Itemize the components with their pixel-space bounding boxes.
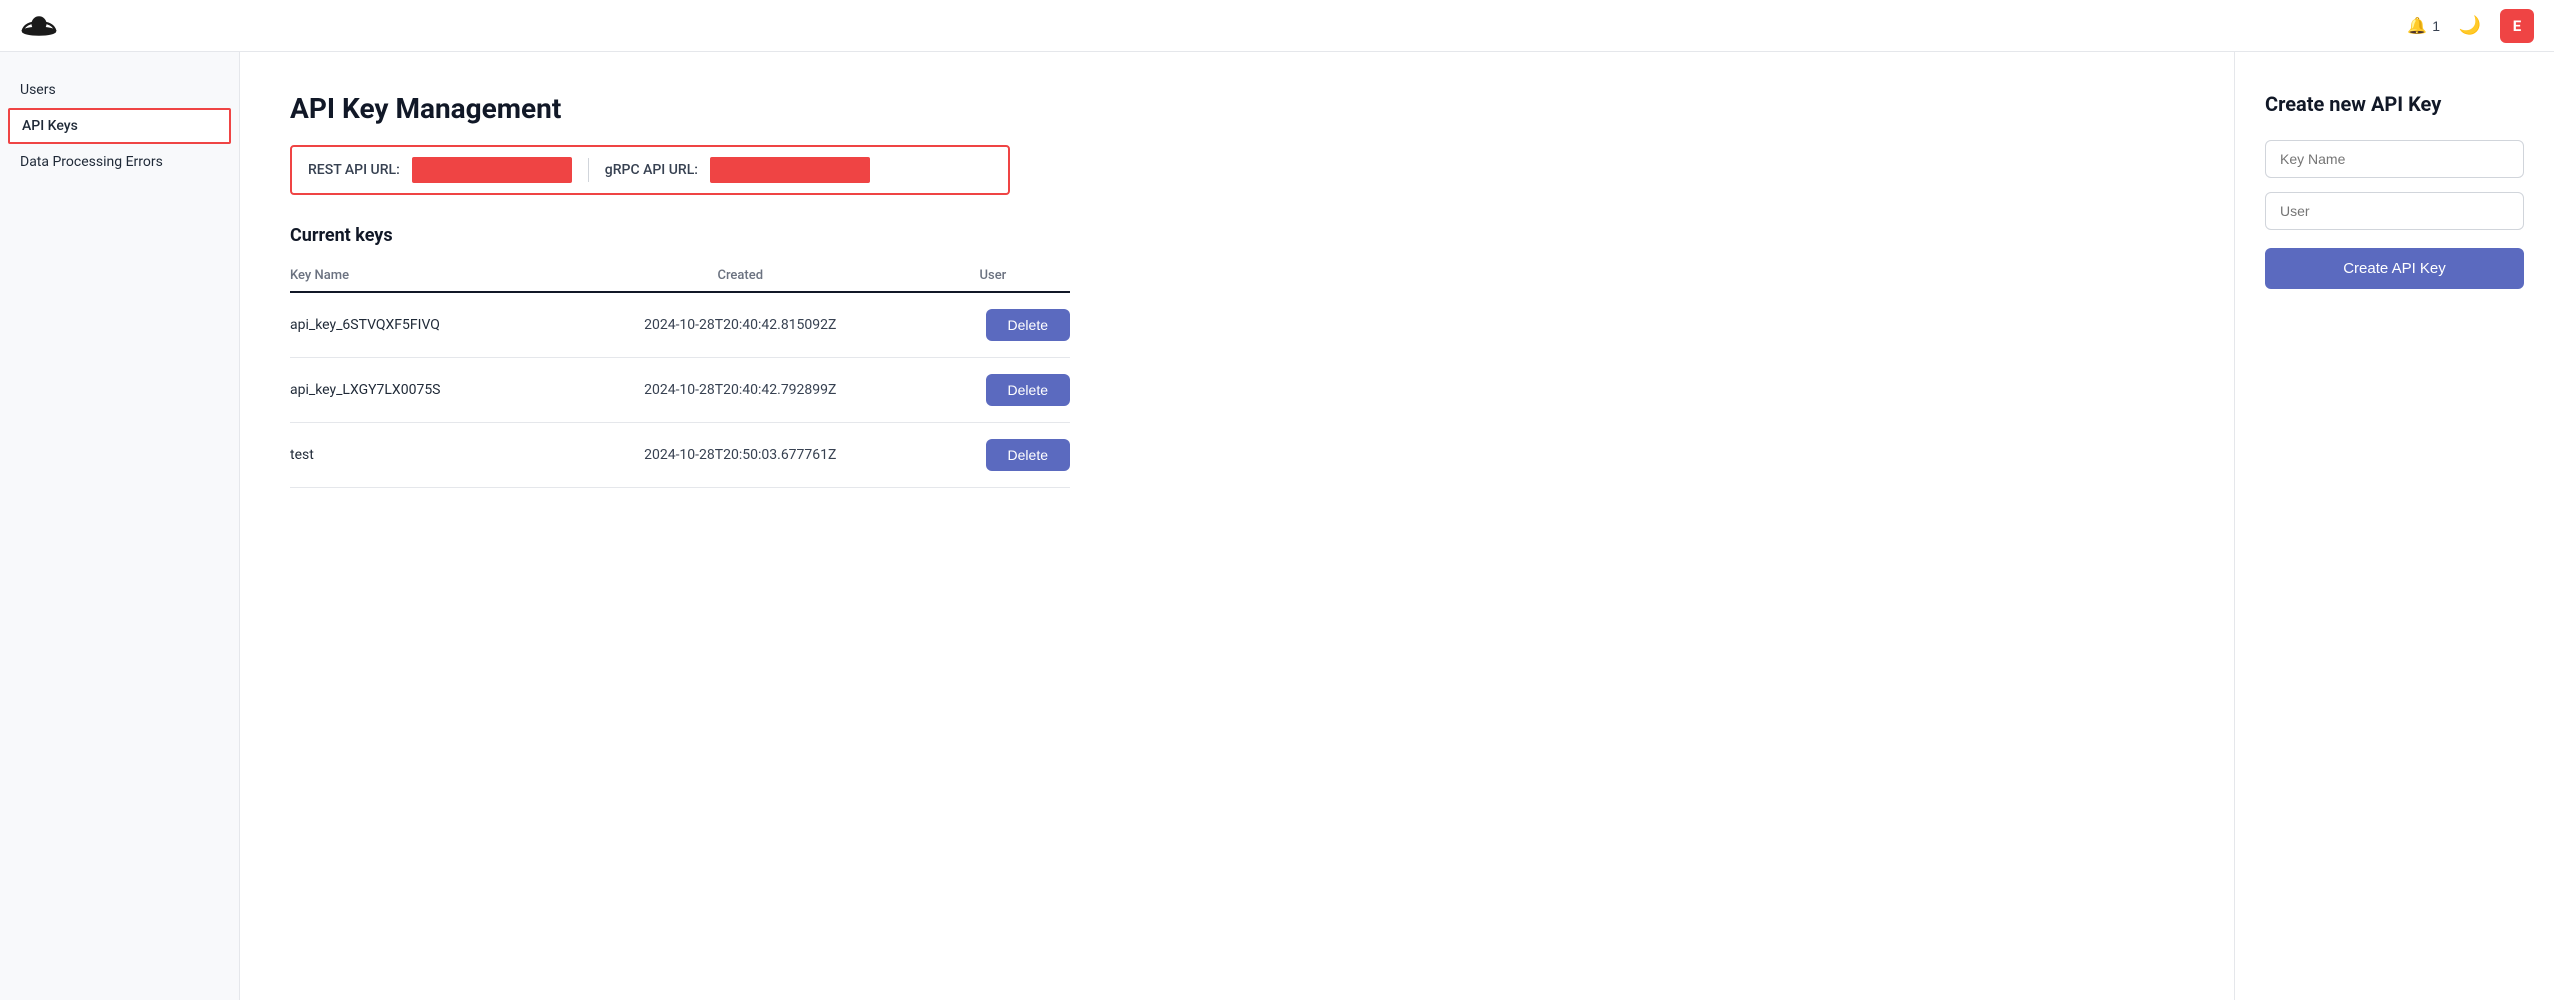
sidebar-label-api-keys: API Keys (22, 118, 78, 134)
logo (20, 7, 58, 45)
main-content: API Key Management REST API URL: gRPC AP… (240, 52, 2234, 1000)
user-input[interactable] (2265, 192, 2524, 230)
page-title: API Key Management (290, 92, 2184, 125)
current-keys-title: Current keys (290, 225, 2184, 246)
notifications-button[interactable]: 🔔 1 (2407, 16, 2440, 36)
cell-user: Delete (916, 292, 1070, 358)
theme-toggle-button[interactable]: 🌙 (2454, 10, 2486, 42)
cell-created: 2024-10-28T20:40:42.815092Z (565, 292, 916, 358)
sidebar-item-api-keys[interactable]: API Keys (8, 108, 231, 144)
table-header-row: Key Name Created User (290, 262, 1070, 292)
sidebar: Users API Keys Data Processing Errors (0, 52, 240, 1000)
cell-key-name: test (290, 423, 565, 488)
col-header-created: Created (565, 262, 916, 292)
table-row: api_key_LXGY7LX0075S2024-10-28T20:40:42.… (290, 358, 1070, 423)
col-header-user: User (916, 262, 1070, 292)
sidebar-item-data-processing-errors[interactable]: Data Processing Errors (0, 144, 239, 180)
cell-created: 2024-10-28T20:40:42.792899Z (565, 358, 916, 423)
table-row: test2024-10-28T20:50:03.677761Z Delete (290, 423, 1070, 488)
create-api-key-title: Create new API Key (2265, 92, 2524, 116)
bell-icon: 🔔 (2407, 16, 2427, 36)
delete-key-button[interactable]: Delete (986, 374, 1070, 406)
keys-table: Key Name Created User api_key_6STVQXF5FI… (290, 262, 1070, 488)
user-avatar[interactable]: E (2500, 9, 2534, 43)
sidebar-label-data-processing-errors: Data Processing Errors (20, 154, 163, 170)
cell-user: Delete (916, 423, 1070, 488)
cell-key-name: api_key_6STVQXF5FIVQ (290, 292, 565, 358)
create-api-key-button[interactable]: Create API Key (2265, 248, 2524, 289)
delete-key-button[interactable]: Delete (986, 439, 1070, 471)
topnav-right-section: 🔔 1 🌙 E (2407, 9, 2534, 43)
right-panel: Create new API Key Create API Key (2234, 52, 2554, 1000)
top-navigation: 🔔 1 🌙 E (0, 0, 2554, 52)
key-name-input[interactable] (2265, 140, 2524, 178)
sidebar-label-users: Users (20, 82, 56, 98)
grpc-api-url-label: gRPC API URL: (605, 162, 698, 178)
rest-api-url-value (412, 157, 572, 183)
grpc-api-url-value (710, 157, 870, 183)
moon-icon: 🌙 (2459, 15, 2481, 36)
delete-key-button[interactable]: Delete (986, 309, 1070, 341)
table-row: api_key_6STVQXF5FIVQ2024-10-28T20:40:42.… (290, 292, 1070, 358)
sidebar-item-users[interactable]: Users (0, 72, 239, 108)
cell-user: Delete (916, 358, 1070, 423)
url-divider (588, 158, 589, 182)
cell-created: 2024-10-28T20:50:03.677761Z (565, 423, 916, 488)
rest-api-url-label: REST API URL: (308, 162, 400, 178)
cell-key-name: api_key_LXGY7LX0075S (290, 358, 565, 423)
col-header-key-name: Key Name (290, 262, 565, 292)
main-layout: Users API Keys Data Processing Errors AP… (0, 52, 2554, 1000)
notification-count: 1 (2432, 18, 2440, 34)
api-url-bar: REST API URL: gRPC API URL: (290, 145, 1010, 195)
